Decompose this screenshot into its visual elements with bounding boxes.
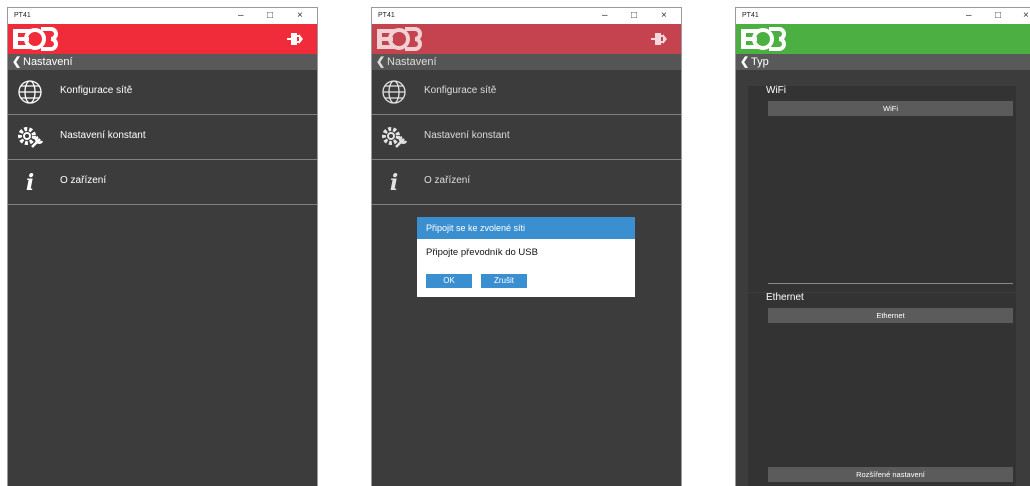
maximize-button[interactable]: □ [267, 10, 273, 22]
title-bar: PT41 – □ × [736, 8, 1030, 24]
app-window-network-type: PT41 – □ × ❮ Typ WiFi WiFi Ethernet Ethe… [735, 7, 1030, 486]
svg-text:i: i [26, 170, 34, 196]
dialog-message: Připojte převodník do USB [426, 247, 538, 258]
window-title: PT41 [14, 12, 31, 19]
window-title: PT41 [378, 12, 395, 19]
chevron-left-icon: ❮ [12, 56, 22, 68]
page-title: Nastavení [387, 56, 437, 68]
ethernet-button[interactable]: Ethernet [768, 308, 1013, 323]
chevron-left-icon: ❮ [740, 56, 750, 68]
svg-text:i: i [390, 170, 398, 196]
eob-logo-icon [377, 27, 422, 51]
close-button[interactable]: × [1023, 10, 1029, 22]
plug-icon[interactable] [287, 32, 305, 46]
eob-logo-icon [13, 27, 58, 51]
menu-item-label: O zařízení [424, 175, 471, 186]
globe-icon [382, 80, 406, 104]
globe-icon [18, 80, 42, 104]
brand-header [8, 24, 317, 54]
close-button[interactable]: × [661, 10, 667, 22]
app-window-dialog: PT41 – □ × ❮ Nastavení Konfigurace sítě [371, 7, 682, 486]
wifi-section-label: WiFi [766, 85, 786, 96]
title-bar: PT41 – □ × [8, 8, 317, 24]
wifi-button[interactable]: WiFi [768, 101, 1013, 116]
back-navigation: ❮ Nastavení [372, 54, 681, 70]
chevron-left-icon: ❮ [376, 56, 386, 68]
title-bar: PT41 – □ × [372, 8, 681, 24]
menu-item-about: i O zařízení [372, 160, 681, 205]
menu-item-label: O zařízení [60, 175, 107, 186]
menu-item-constants: Nastavení konstant [372, 115, 681, 160]
app-window-settings: PT41 – □ × ❮ Nastavení Konfigurace sítě [7, 7, 318, 486]
menu-item-network-config: Konfigurace sítě [372, 70, 681, 115]
back-navigation[interactable]: ❮ Typ [736, 54, 1030, 70]
ethernet-panel: Ethernet Ethernet Rozšířené nastavení [748, 292, 1016, 486]
minimize-button[interactable]: – [602, 10, 608, 22]
dialog-title: Připojit se ke zvolené síti [417, 217, 635, 239]
menu-item-about[interactable]: i O zařízení [8, 160, 317, 205]
gears-wrench-icon [18, 127, 44, 148]
gears-wrench-icon [382, 127, 408, 148]
maximize-button[interactable]: □ [631, 10, 637, 22]
plug-icon [651, 33, 667, 45]
info-icon: i [26, 170, 34, 196]
menu-item-network-config[interactable]: Konfigurace sítě [8, 70, 317, 115]
close-button[interactable]: × [297, 10, 303, 22]
minimize-button[interactable]: – [238, 10, 244, 22]
window-title: PT41 [742, 12, 759, 19]
wifi-panel: WiFi WiFi [748, 85, 1016, 292]
menu-item-label: Nastavení konstant [60, 130, 146, 141]
minimize-button[interactable]: – [966, 10, 972, 22]
menu-item-label: Konfigurace sítě [60, 85, 133, 96]
menu-item-constants[interactable]: Nastavení konstant [8, 115, 317, 160]
info-icon: i [390, 170, 398, 196]
back-navigation[interactable]: ❮ Nastavení [8, 54, 317, 70]
advanced-settings-button[interactable]: Rozšířené nastavení [768, 467, 1013, 482]
ethernet-section-label: Ethernet [766, 292, 804, 303]
page-title: Nastavení [23, 56, 73, 68]
eob-logo-icon [741, 27, 786, 51]
menu-item-label: Nastavení konstant [424, 130, 510, 141]
brand-header [736, 24, 1030, 54]
brand-header [372, 24, 681, 54]
cancel-button[interactable]: Zrušit [481, 274, 527, 288]
page-title: Typ [751, 56, 769, 68]
connect-dialog: Připojit se ke zvolené síti Připojte pře… [417, 217, 635, 297]
maximize-button[interactable]: □ [995, 10, 1001, 22]
menu-item-label: Konfigurace sítě [424, 85, 497, 96]
ok-button[interactable]: OK [426, 274, 472, 288]
divider [768, 283, 1013, 284]
